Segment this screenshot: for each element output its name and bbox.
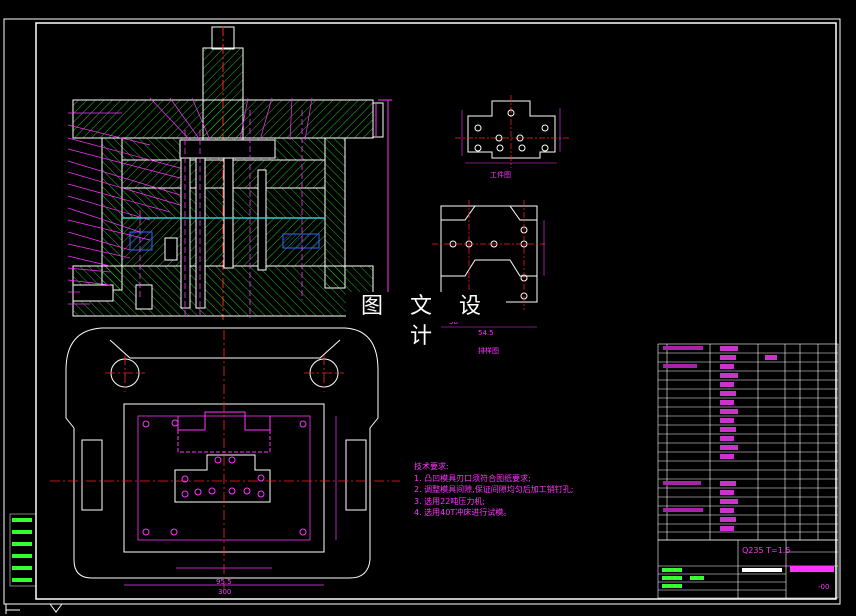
layout-view-label: 排样图: [478, 347, 499, 355]
assembly-section-view: [72, 26, 392, 320]
ucs-icon: [5, 603, 63, 614]
tech-req-item: 2. 调整模具间隙,保证间隙均匀后加工销钉孔;: [414, 485, 574, 494]
technical-requirements: 技术要求: 1. 凸凹模具刃口须符合图纸要求; 2. 调整模具间隙,保证间隙均匀…: [414, 461, 573, 519]
bom-filled-cells: [663, 346, 777, 531]
title-block-fill: [662, 566, 834, 588]
part-view-label: 工件图: [490, 171, 511, 179]
watermark: 图 文 设 计: [346, 292, 506, 349]
plan-dimensions: [124, 416, 337, 586]
dim-bottom-width: 300: [218, 588, 232, 596]
tech-req-item: 3. 选用22吨压力机;: [414, 496, 486, 506]
tech-req-item: 4. 选用40T冲床进行试模。: [414, 508, 512, 517]
plan-view: [65, 327, 379, 579]
margin-stamp: [9, 513, 37, 587]
material-spec: Q235 T=1.5: [742, 546, 791, 555]
tech-req-title: 技术要求:: [414, 462, 449, 471]
plan-holes: [142, 419, 307, 536]
dim-inner-width: 95.5: [216, 578, 232, 586]
drawing-number: -00: [818, 583, 830, 591]
tech-req-item: 1. 凸凹模具刃口须符合图纸要求;: [414, 473, 531, 483]
part-view: [455, 95, 570, 168]
dim-layout-pitch: 54.5: [478, 329, 494, 337]
